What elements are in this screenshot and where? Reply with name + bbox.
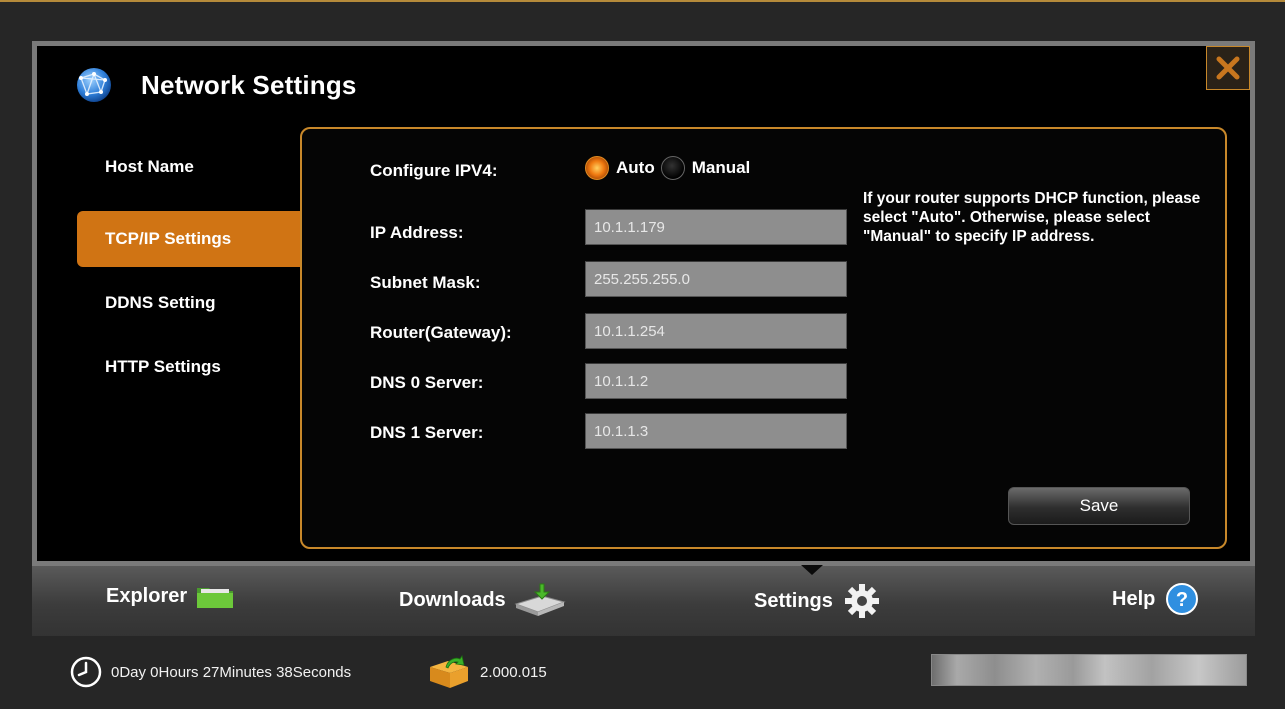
window-title: Network Settings	[141, 69, 357, 100]
ipv4-mode-radio-group: Auto Manual	[585, 156, 756, 180]
svg-text:?: ?	[1176, 589, 1188, 611]
tab-downloads[interactable]: Downloads	[399, 582, 568, 618]
auto-radio-label[interactable]: Auto	[616, 158, 655, 178]
help-icon: ?	[1166, 583, 1199, 615]
help-text: If your router supports DHCP function, p…	[863, 190, 1201, 245]
version-status: 2.000.015	[426, 655, 547, 689]
nav-item-tcp-ip-settings[interactable]: TCP/IP Settings	[77, 211, 301, 267]
manual-radio-label[interactable]: Manual	[692, 158, 751, 178]
folder-icon	[197, 588, 234, 608]
network-settings-window: Network Settings Host Name TCP/IP Settin…	[32, 41, 1255, 566]
uptime-status: 0Day 0Hours 27Minutes 38Seconds	[69, 655, 351, 689]
settings-nav: Host Name TCP/IP Settings DDNS Setting H…	[77, 146, 301, 403]
router-gateway-input[interactable]: 10.1.1.254	[585, 313, 847, 349]
window-content: Network Settings Host Name TCP/IP Settin…	[37, 46, 1250, 561]
close-x-icon	[1216, 56, 1240, 80]
download-drive-icon	[514, 583, 566, 616]
subnet-mask-label: Subnet Mask:	[370, 273, 481, 292]
tab-downloads-label: Downloads	[399, 588, 506, 611]
tab-settings-label: Settings	[754, 589, 833, 612]
version-text: 2.000.015	[480, 663, 547, 681]
tab-explorer-label: Explorer	[106, 584, 188, 607]
save-button[interactable]: Save	[1008, 487, 1190, 525]
dns1-server-input[interactable]: 10.1.1.3	[585, 413, 847, 449]
update-box-icon	[430, 655, 468, 688]
window-header: Network Settings	[75, 66, 357, 104]
router-gateway-label: Router(Gateway):	[370, 323, 512, 342]
tab-help-label: Help	[1112, 587, 1156, 610]
manual-radio[interactable]	[660, 156, 685, 180]
globe-network-icon	[77, 68, 111, 102]
dns0-server-input[interactable]: 10.1.1.2	[585, 363, 847, 399]
storage-progress-bar	[931, 654, 1247, 686]
auto-radio[interactable]	[585, 156, 609, 180]
uptime-text: 0Day 0Hours 27Minutes 38Seconds	[111, 663, 352, 681]
active-tab-indicator	[801, 565, 823, 575]
close-button[interactable]	[1206, 46, 1250, 90]
dns1-server-label: DNS 1 Server:	[370, 423, 484, 442]
nav-item-host-name[interactable]: Host Name	[77, 146, 301, 188]
ip-address-label: IP Address:	[370, 223, 464, 242]
nav-item-http-settings[interactable]: HTTP Settings	[77, 339, 301, 395]
tab-explorer[interactable]: Explorer	[106, 582, 235, 610]
clock-icon	[70, 656, 102, 688]
tcp-ip-settings-panel: Configure IPV4: Auto Manual IP Address: …	[300, 127, 1227, 549]
bottom-tab-bar: Explorer Downloads Settings Help ?	[32, 565, 1255, 636]
nav-item-ddns-setting[interactable]: DDNS Setting	[77, 275, 301, 331]
ip-address-input[interactable]: 10.1.1.179	[585, 209, 847, 245]
subnet-mask-input[interactable]: 255.255.255.0	[585, 261, 847, 297]
configure-ipv4-label: Configure IPV4:	[370, 161, 498, 180]
gear-icon	[844, 584, 879, 618]
dns0-server-label: DNS 0 Server:	[370, 373, 484, 392]
top-accent-line	[0, 0, 1285, 2]
status-bar: 0Day 0Hours 27Minutes 38Seconds 2.000.01…	[0, 636, 1285, 709]
tab-help[interactable]: Help ?	[1112, 582, 1199, 616]
tab-settings[interactable]: Settings	[754, 582, 881, 620]
